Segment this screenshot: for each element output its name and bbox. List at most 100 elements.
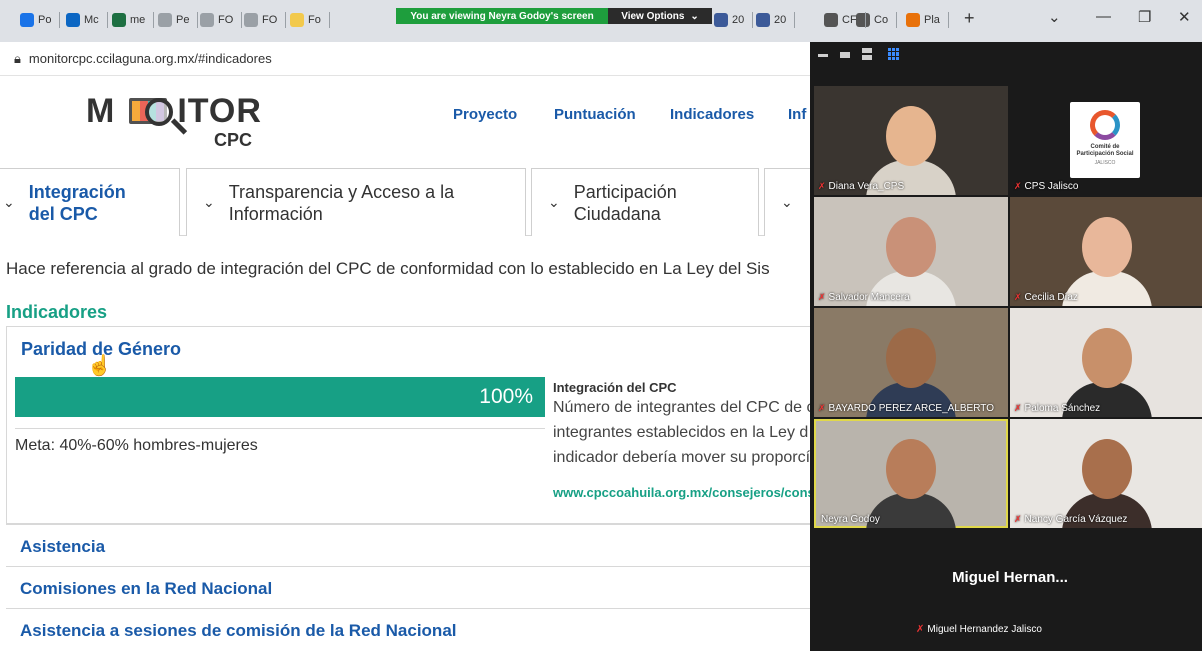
active-speaker-name: Miguel Hernan... (952, 569, 1068, 586)
muted-mic-icon: ✗ (1014, 181, 1022, 191)
tab-title: Fo (308, 14, 321, 26)
new-tab-button[interactable]: + (964, 8, 975, 29)
participant-tile[interactable]: ✗ Diana Vera_CPS (814, 86, 1008, 195)
participant-face (886, 439, 936, 499)
participant-face (1082, 217, 1132, 277)
tab-title: 20 (774, 14, 787, 26)
tab-separator (896, 12, 898, 28)
tab-separator (864, 12, 866, 28)
strip-view-icon[interactable] (840, 52, 850, 58)
participant-label: ✗ Cecilia Díaz (1014, 292, 1078, 303)
tab-separator (947, 12, 949, 28)
divider (15, 428, 545, 429)
minimize-icon[interactable] (818, 54, 828, 57)
favicon-icon (906, 13, 920, 27)
website: M ITOR CPC Proyecto Puntuación Indicador… (0, 76, 824, 651)
participant-label: ✗ Diana Vera_CPS (818, 181, 904, 192)
accordion-asistencia-sesiones[interactable]: Asistencia a sesiones de comisión de la … (6, 608, 810, 650)
speaker-view-icon[interactable] (862, 48, 872, 60)
tab-transparencia[interactable]: ⌄ Transparencia y Acceso a la Información (186, 168, 526, 236)
view-options-button[interactable]: View Options ⌄ (608, 8, 712, 24)
indicator-category-tabs: ⌄ Integración del CPC ⌄ Transparencia y A… (0, 166, 824, 236)
browser-tab[interactable]: me (112, 10, 155, 30)
favicon-icon (112, 13, 126, 27)
participant-tile[interactable]: ✗ BAYARDO PEREZ ARCE_ALBERTO (814, 308, 1008, 417)
participant-tile[interactable]: ✗ Cecilia Díaz (1010, 197, 1202, 306)
tab-search-icon[interactable]: ⌄ (1048, 8, 1061, 26)
tab-integracion-cpc[interactable]: ⌄ Integración del CPC (0, 168, 180, 236)
accordion-asistencia[interactable]: Asistencia (6, 524, 810, 566)
indicator-panel: Paridad de Género ☝ 100% Meta: 40%-60% h… (6, 326, 815, 524)
browser-tab[interactable]: Pla (906, 10, 949, 30)
close-button[interactable]: ✕ (1178, 8, 1191, 26)
chevron-down-icon: ⌄ (3, 194, 15, 210)
favicon-icon (20, 13, 34, 27)
meeting-toolbar (810, 42, 1202, 70)
favicon-icon (290, 13, 304, 27)
participant-face (886, 217, 936, 277)
nav-puntuacion[interactable]: Puntuación (554, 106, 636, 123)
tab-separator (106, 12, 108, 28)
browser-tab[interactable]: FO (200, 10, 243, 30)
nav-proyecto[interactable]: Proyecto (453, 106, 517, 123)
lock-icon: 🔒︎ (14, 50, 21, 66)
tab-title: Co (874, 14, 889, 26)
browser-tab[interactable]: Fo (290, 10, 330, 30)
tab-label-line1: Integración (28, 181, 126, 202)
participant-face (886, 106, 936, 166)
participant-tile[interactable]: ✗ Paloma Sánchez (1010, 308, 1202, 417)
monitor-cpc-logo[interactable]: M ITOR CPC (86, 94, 262, 150)
url-text[interactable]: monitorcpc.ccilaguna.org.mx/#indicadores (29, 51, 272, 66)
participant-tile[interactable]: Comité de Participación Social JALISCO ✗ CP… (1010, 86, 1202, 195)
logo-subtext: JALISCO (1094, 160, 1116, 166)
participant-name: Cecilia Díaz (1024, 292, 1078, 303)
browser-tab[interactable]: Po (20, 10, 61, 30)
participant-tile[interactable]: ✗ Salvador Mancera (814, 197, 1008, 306)
tab-separator (59, 12, 61, 28)
participant-label: ✗ CPS Jalisco (1014, 181, 1078, 192)
source-link[interactable]: www.cpccoahuila.org.mx/consejeros/cons (553, 485, 815, 500)
favicon-icon (66, 13, 80, 27)
indicators-heading: Indicadores (6, 302, 108, 322)
favicon-icon (756, 13, 770, 27)
favicon-icon (244, 13, 258, 27)
tab-title: me (130, 14, 146, 26)
nav-indicadores[interactable]: Indicadores (670, 106, 754, 123)
cps-jalisco-logo: Comité de Participación Social JALISCO (1070, 102, 1140, 178)
favicon-icon (714, 13, 728, 27)
tab-participacion[interactable]: ⌄ Participación Ciudadana (531, 168, 759, 236)
participant-name: Neyra Godoy (821, 514, 880, 525)
chevron-down-icon: ⌄ (203, 194, 215, 210)
view-options-label: View Options (621, 10, 685, 22)
maximize-button[interactable]: ❐ (1138, 8, 1151, 26)
browser-tab[interactable]: FO (244, 10, 287, 30)
participant-name: CPS Jalisco (1024, 181, 1079, 192)
favicon-icon (200, 13, 214, 27)
accordion-label: Comisiones en la Red Nacional (20, 579, 273, 598)
gallery-view-icon[interactable] (888, 48, 900, 60)
browser-tab[interactable]: CF (824, 10, 866, 30)
participant-label: ✗ Salvador Mancera (818, 292, 910, 303)
address-bar[interactable]: 🔒︎ monitorcpc.ccilaguna.org.mx/#indicado… (0, 42, 810, 76)
muted-mic-icon: ✗ (818, 181, 826, 191)
minimize-button[interactable]: — (1096, 8, 1111, 25)
info-line: integrantes establecidos en la Ley d (553, 424, 809, 441)
browser-tab[interactable]: 20 (756, 10, 796, 30)
tab-separator (328, 12, 330, 28)
participant-name: Miguel Hernandez Jalisco (927, 624, 1042, 635)
screen-share-banner: You are viewing Neyra Godoy's screen (396, 8, 608, 24)
participant-tile[interactable]: Neyra Godoy (814, 419, 1008, 528)
accordion-comisiones[interactable]: Comisiones en la Red Nacional (6, 566, 810, 608)
browser-tab[interactable]: Mc (66, 10, 108, 30)
tab-label-line1: Participación (573, 181, 677, 202)
muted-mic-icon: ✗ (1014, 403, 1022, 413)
tab-separator (153, 12, 155, 28)
favicon-icon (824, 13, 838, 27)
browser-tab[interactable]: 20 (714, 10, 754, 30)
participant-face (886, 328, 936, 388)
browser-tab[interactable]: Pe (158, 10, 199, 30)
info-line: Número de integrantes del CPC de c (553, 399, 815, 416)
participant-tile[interactable]: ✗ Nancy García Vázquez (1010, 419, 1202, 528)
chevron-down-icon: ⌄ (781, 194, 793, 210)
nav-inf[interactable]: Inf (788, 106, 806, 123)
